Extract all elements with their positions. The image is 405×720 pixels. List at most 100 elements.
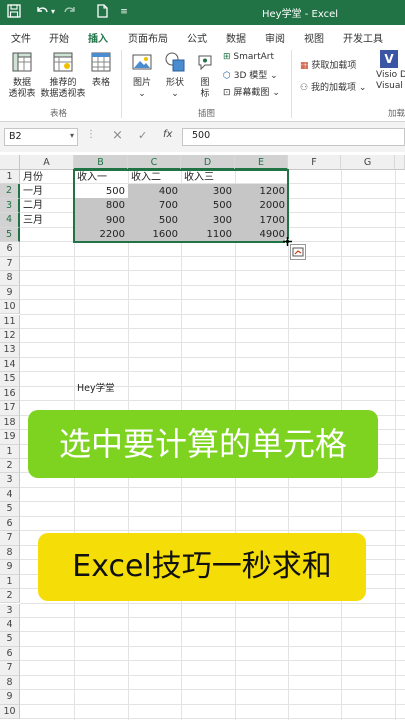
column-header-c[interactable]: C	[128, 155, 181, 170]
cell-d2[interactable]: 300	[181, 185, 235, 198]
row-header[interactable]: 6	[0, 646, 20, 662]
cell-e5[interactable]: 4900	[235, 228, 288, 241]
cell-d4[interactable]: 300	[181, 214, 235, 227]
cell-b4[interactable]: 900	[74, 214, 128, 227]
undo-dropdown-icon[interactable]: ▾	[48, 4, 58, 20]
row-header[interactable]: 8	[0, 271, 20, 286]
row-header[interactable]: 8	[0, 675, 20, 691]
cell-e3[interactable]: 2000	[235, 199, 288, 212]
smartart-button[interactable]: ⊞ SmartArt	[223, 52, 274, 62]
column-header-b[interactable]: B	[74, 155, 128, 170]
shapes-button[interactable]: 形状 ⌄	[161, 52, 189, 100]
column-header-d[interactable]: D	[181, 155, 235, 170]
tab-view[interactable]: 视图	[304, 30, 324, 45]
row-header[interactable]: 2	[0, 589, 20, 604]
redo-icon[interactable]	[62, 4, 78, 20]
row-header[interactable]: 2	[0, 459, 20, 474]
row-header[interactable]: 10	[0, 704, 20, 720]
cell-c5[interactable]: 1600	[128, 228, 181, 241]
visio-button[interactable]: V Visio D Visual	[376, 50, 405, 92]
row-header[interactable]: 3	[0, 473, 20, 488]
row-header[interactable]: 5	[0, 227, 20, 243]
row-header[interactable]: 2	[0, 184, 20, 199]
cell-c3[interactable]: 700	[128, 199, 181, 212]
cell-a3[interactable]: 二月	[23, 199, 73, 212]
row-header[interactable]: 5	[0, 632, 20, 647]
cell-a1[interactable]: 月份	[23, 171, 73, 184]
column-header-f[interactable]: F	[288, 155, 341, 170]
cell-b3[interactable]: 800	[74, 199, 128, 212]
row-header[interactable]: 10	[0, 300, 20, 315]
row-header[interactable]: 5	[0, 502, 20, 517]
row-header[interactable]: 8	[0, 545, 20, 561]
row-header[interactable]: 3	[0, 198, 20, 214]
cell-c2[interactable]: 400	[128, 185, 181, 198]
row-header[interactable]: 9	[0, 690, 20, 705]
cell-a4[interactable]: 三月	[23, 214, 73, 227]
tab-page-layout[interactable]: 页面布局	[128, 30, 168, 45]
table-button[interactable]: 表格	[88, 52, 114, 89]
customize-icon[interactable]: ≡	[116, 4, 132, 20]
3d-model-button[interactable]: ⬡ 3D 模型 ⌄	[223, 68, 278, 81]
get-addins-button[interactable]: ▦ 获取加载项	[300, 58, 356, 71]
row-header[interactable]: 7	[0, 661, 20, 676]
row-header[interactable]: 4	[0, 487, 20, 503]
row-header[interactable]: 17	[0, 401, 20, 416]
row-header[interactable]: 13	[0, 343, 20, 358]
row-header[interactable]: 16	[0, 386, 20, 402]
pictures-button[interactable]: 图片 ⌄	[128, 52, 156, 100]
new-file-icon[interactable]	[94, 4, 110, 20]
tab-insert[interactable]: 插入	[88, 30, 108, 49]
cell-b16[interactable]: Hey学堂	[77, 382, 137, 395]
row-header[interactable]: 4	[0, 617, 20, 633]
row-header[interactable]: 3	[0, 603, 20, 618]
cell-e2[interactable]: 1200	[235, 185, 288, 198]
cell-b1[interactable]: 收入一	[77, 171, 127, 184]
name-box[interactable]: B2 ▾	[4, 128, 78, 146]
icons-button[interactable]: 图 标	[194, 52, 216, 100]
column-header-g[interactable]: G	[341, 155, 395, 170]
row-header[interactable]: 4	[0, 213, 20, 228]
row-header[interactable]: 6	[0, 242, 20, 257]
row-header[interactable]: 7	[0, 256, 20, 272]
row-header[interactable]: 14	[0, 357, 20, 373]
cell-d5[interactable]: 1100	[181, 228, 235, 241]
cell-c1[interactable]: 收入二	[131, 171, 181, 184]
cell-c4[interactable]: 500	[128, 214, 181, 227]
tab-formulas[interactable]: 公式	[187, 30, 207, 45]
row-header[interactable]: 12	[0, 328, 20, 344]
column-header-a[interactable]: A	[20, 155, 74, 170]
row-header[interactable]: 7	[0, 531, 20, 546]
select-all-corner[interactable]	[0, 155, 20, 170]
cell-d3[interactable]: 500	[181, 199, 235, 212]
cell-b5[interactable]: 2200	[74, 228, 128, 241]
save-icon[interactable]	[6, 4, 22, 20]
column-header-h[interactable]	[395, 155, 405, 170]
recommended-pivot-button[interactable]: 推荐的 数据透视表	[40, 52, 86, 100]
column-header-e[interactable]: E	[235, 155, 288, 170]
tab-review[interactable]: 审阅	[265, 30, 285, 45]
cancel-icon[interactable]: ×	[112, 128, 123, 143]
row-header[interactable]: 9	[0, 285, 20, 301]
cell-e4[interactable]: 1700	[235, 214, 288, 227]
cell-a2[interactable]: 一月	[23, 185, 73, 198]
cell-b2[interactable]: 500	[74, 185, 128, 198]
screenshot-button[interactable]: ⊡ 屏幕截图 ⌄	[223, 85, 280, 98]
quick-analysis-icon[interactable]	[290, 244, 306, 260]
insert-function-icon[interactable]: fx	[163, 129, 172, 140]
row-header[interactable]: 1	[0, 170, 20, 185]
tab-home[interactable]: 开始	[49, 30, 69, 45]
tab-data[interactable]: 数据	[226, 30, 246, 45]
cell-d1[interactable]: 收入三	[184, 171, 234, 184]
pivot-table-button[interactable]: 数据 透视表	[5, 52, 39, 100]
my-addins-button[interactable]: ⚇ 我的加载项 ⌄	[300, 80, 366, 93]
tab-file[interactable]: 文件	[11, 30, 31, 45]
row-header[interactable]: 15	[0, 372, 20, 387]
row-header[interactable]: 6	[0, 516, 20, 532]
row-header[interactable]: 19	[0, 430, 20, 445]
row-header[interactable]: 1	[0, 574, 20, 590]
row-header[interactable]: 9	[0, 560, 20, 575]
enter-icon[interactable]: ✓	[138, 129, 147, 142]
formula-input[interactable]	[182, 128, 405, 146]
row-header[interactable]: 1	[0, 444, 20, 459]
